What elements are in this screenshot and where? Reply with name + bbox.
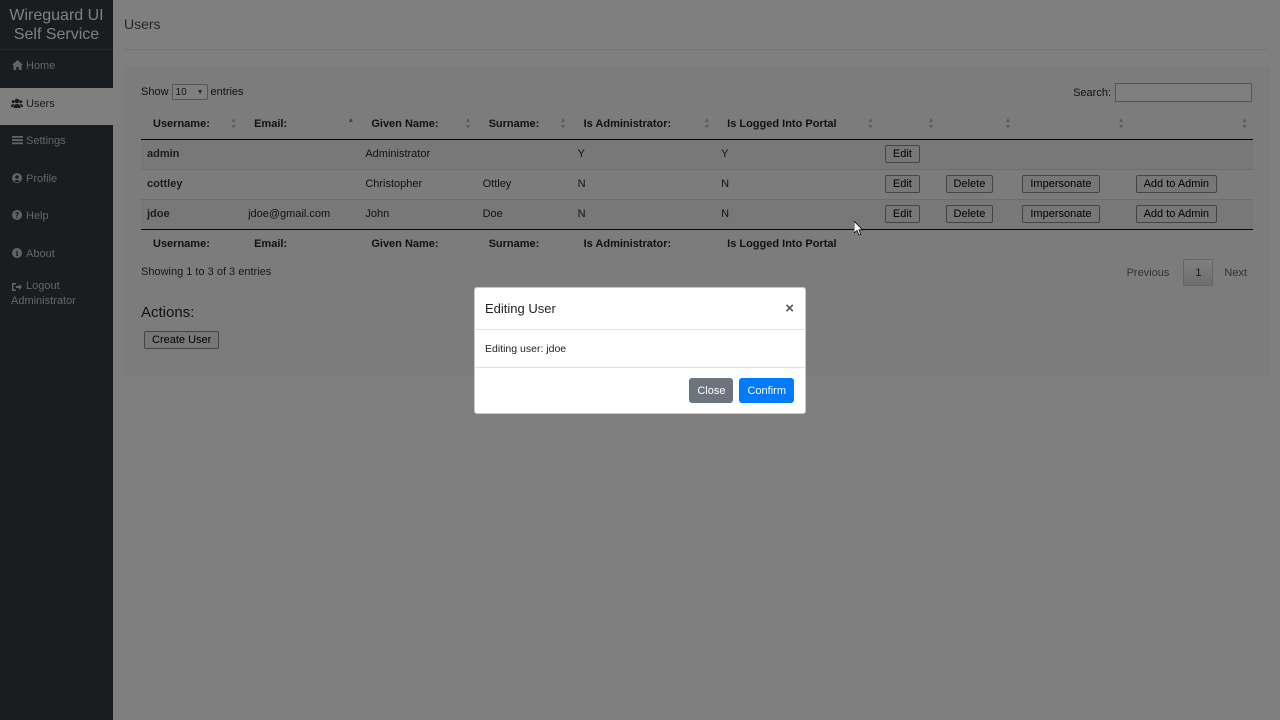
modal-message: Editing user: jdoe: [485, 343, 567, 355]
modal-body: Editing user: jdoe: [475, 330, 805, 368]
modal-footer: Close Confirm: [475, 368, 805, 413]
close-button[interactable]: Close: [689, 378, 734, 403]
modal-header: Editing User ×: [475, 288, 805, 330]
close-icon[interactable]: ×: [785, 300, 794, 317]
editing-user-modal: Editing User × Editing user: jdoe Close …: [474, 287, 806, 414]
mouse-cursor-icon: [853, 220, 864, 240]
modal-title: Editing User: [485, 301, 556, 316]
confirm-button[interactable]: Confirm: [739, 378, 794, 403]
